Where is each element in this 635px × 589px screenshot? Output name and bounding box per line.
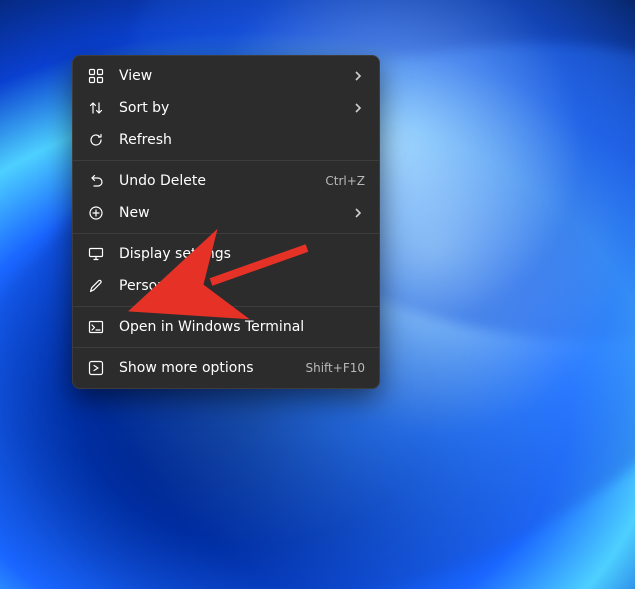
menu-item-new[interactable]: New [77,197,375,229]
more-options-icon [87,359,105,377]
menu-item-label: Undo Delete [119,173,317,189]
menu-item-label: View [119,68,351,84]
personalize-icon [87,277,105,295]
menu-item-refresh[interactable]: Refresh [77,124,375,156]
refresh-icon [87,131,105,149]
menu-item-label: Display settings [119,246,365,262]
new-icon [87,204,105,222]
menu-item-display-settings[interactable]: Display settings [77,238,375,270]
grid-icon [87,67,105,85]
menu-item-show-more-options[interactable]: Show more options Shift+F10 [77,352,375,384]
menu-item-shortcut: Ctrl+Z [325,174,365,188]
chevron-right-icon [351,208,365,218]
undo-icon [87,172,105,190]
separator [73,233,379,234]
separator [73,347,379,348]
menu-item-label: Open in Windows Terminal [119,319,365,335]
desktop-context-menu: View Sort by Refresh Undo Delete Ctrl+Z … [72,55,380,389]
menu-item-label: Personalize [119,278,365,294]
menu-item-label: Show more options [119,360,297,376]
menu-item-undo-delete[interactable]: Undo Delete Ctrl+Z [77,165,375,197]
menu-item-label: Sort by [119,100,351,116]
menu-item-label: Refresh [119,132,365,148]
display-icon [87,245,105,263]
menu-item-sort-by[interactable]: Sort by [77,92,375,124]
sort-icon [87,99,105,117]
terminal-icon [87,318,105,336]
chevron-right-icon [351,103,365,113]
menu-item-shortcut: Shift+F10 [305,361,365,375]
menu-item-view[interactable]: View [77,60,375,92]
menu-item-open-in-windows-terminal[interactable]: Open in Windows Terminal [77,311,375,343]
chevron-right-icon [351,71,365,81]
separator [73,160,379,161]
menu-item-personalize[interactable]: Personalize [77,270,375,302]
menu-item-label: New [119,205,351,221]
separator [73,306,379,307]
